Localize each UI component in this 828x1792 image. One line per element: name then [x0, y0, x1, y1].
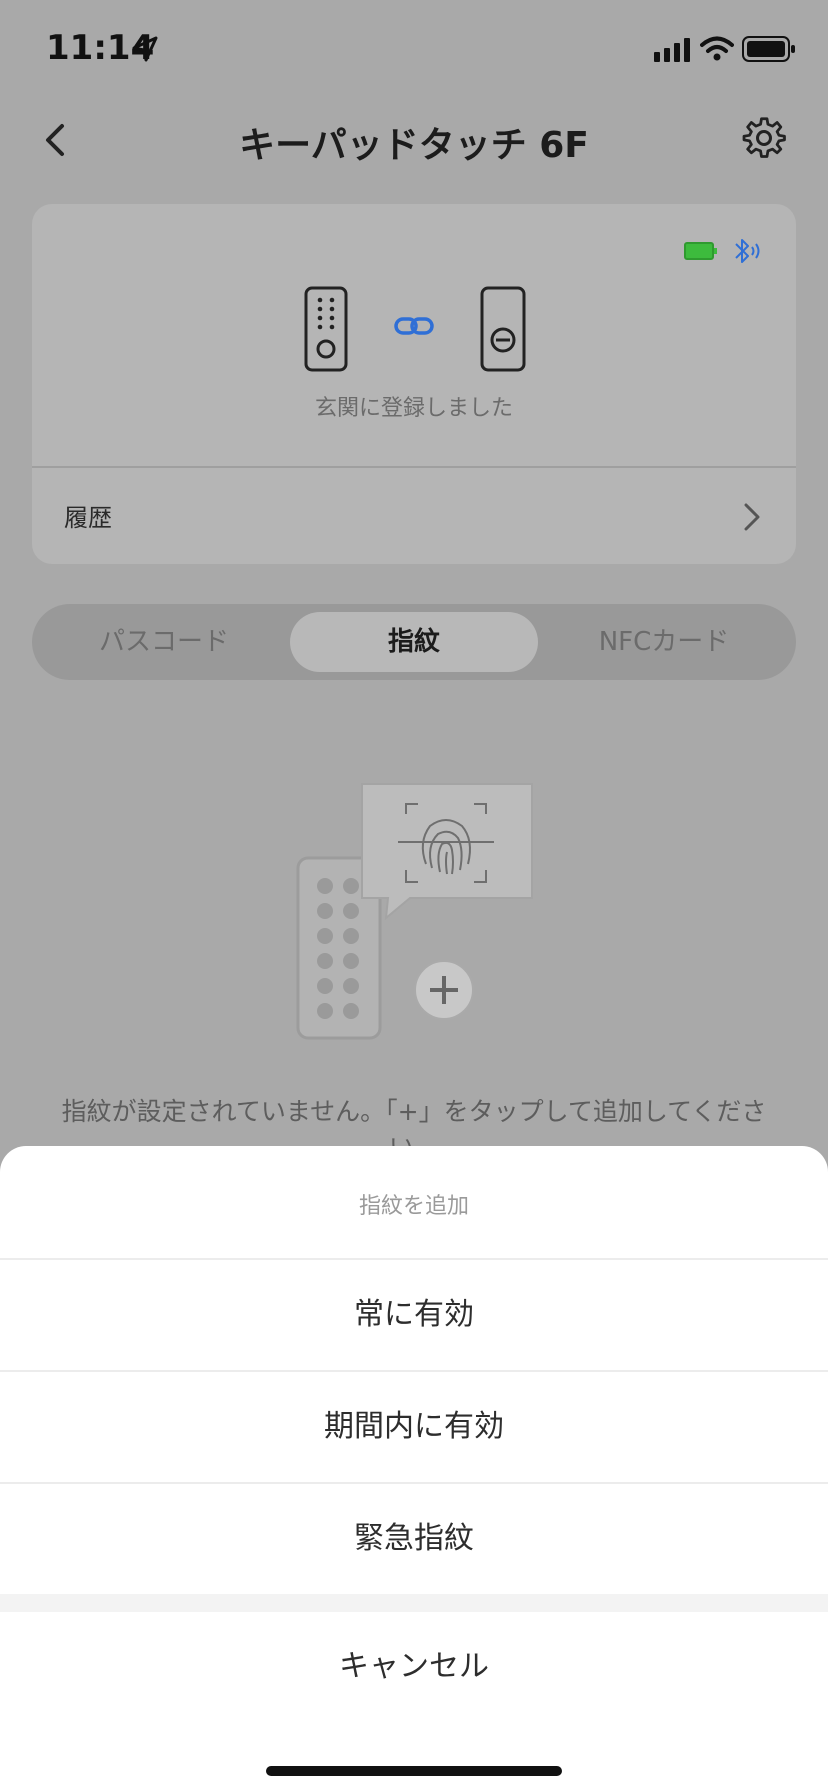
- history-row[interactable]: 履歴: [32, 468, 796, 564]
- action-sheet-title: 指紋を追加: [358, 1194, 469, 1219]
- device-status-text: 玄関に登録しました: [314, 396, 513, 421]
- keypad-device-icon: [304, 286, 348, 372]
- tab-nfc-card[interactable]: NFCカード: [540, 612, 788, 672]
- location-arrow-icon: [132, 36, 158, 62]
- tab-passcode[interactable]: パスコード: [40, 612, 288, 672]
- settings-gear-icon[interactable]: [742, 116, 786, 160]
- home-indicator: [266, 1766, 562, 1776]
- link-icon: [394, 317, 434, 335]
- sheet-separator: [0, 1594, 828, 1612]
- bluetooth-icon: [735, 239, 760, 263]
- wifi-icon: [700, 36, 734, 61]
- option-emergency-fingerprint[interactable]: 緊急指紋: [0, 1482, 828, 1594]
- tab-fingerprint[interactable]: 指紋: [290, 612, 538, 672]
- cancel-button[interactable]: キャンセル: [0, 1612, 828, 1722]
- smart-lock-device-icon: [480, 286, 526, 372]
- nav-bar: キーパッドタッチ 6F: [0, 96, 828, 184]
- battery-status-icon: [742, 36, 795, 62]
- page-title: キーパッドタッチ 6F: [239, 125, 589, 166]
- device-battery-icon: [684, 242, 717, 260]
- option-always-valid[interactable]: 常に有効: [0, 1258, 828, 1370]
- history-label: 履歴: [64, 504, 112, 532]
- signal-icon: [654, 38, 690, 62]
- action-sheet: 指紋を追加 常に有効 期間内に有効 緊急指紋 キャンセル: [0, 1146, 828, 1792]
- add-fingerprint-button[interactable]: [414, 960, 474, 1020]
- status-bar: 11:14: [0, 0, 828, 96]
- chevron-right-icon: [744, 503, 760, 531]
- credential-tabs: パスコード 指紋 NFCカード: [32, 604, 796, 680]
- option-valid-period[interactable]: 期間内に有効: [0, 1370, 828, 1482]
- fingerprint-empty-illustration: [296, 783, 533, 1040]
- device-card: 玄関に登録しました 履歴: [32, 204, 796, 564]
